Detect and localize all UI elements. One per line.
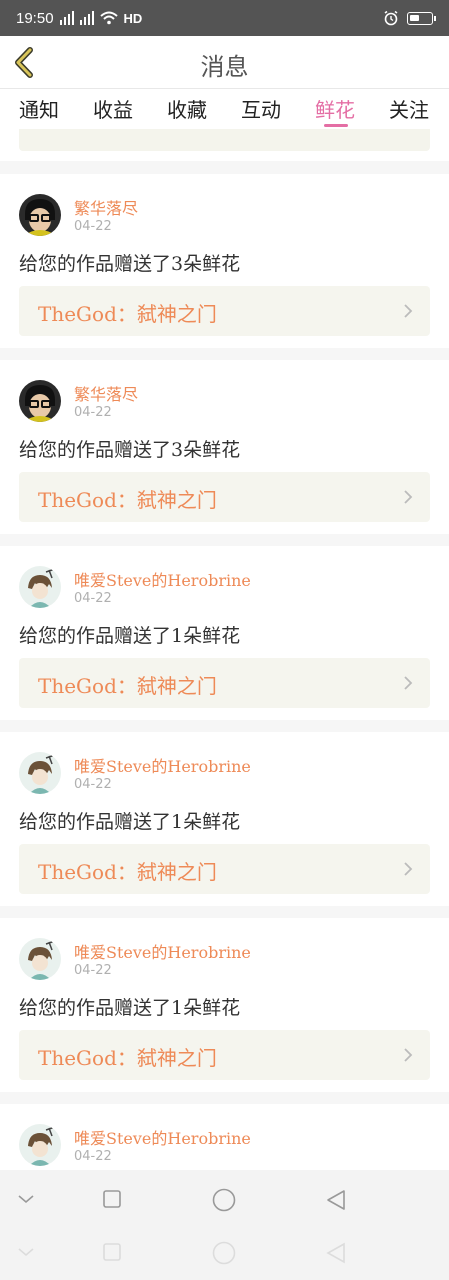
message-text: 给您的作品赠送了1朵鲜花: [19, 811, 241, 833]
message-list[interactable]: 繁华落尽 04-22 给您的作品赠送了3朵鲜花 TheGod：弑神之门 繁华落尽 04-2…: [0, 129, 449, 1170]
user-name[interactable]: 繁华落尽: [74, 195, 138, 219]
avatar-glasses-icon[interactable]: [19, 194, 61, 236]
signal-icon: [79, 11, 94, 25]
battery-fill: [410, 14, 419, 21]
header: 消息: [0, 36, 449, 89]
message-date: 04-22: [74, 219, 112, 234]
message-text: 给您的作品赠送了1朵鲜花: [19, 997, 241, 1019]
recent-apps-icon: [103, 1243, 121, 1261]
work-title: TheGod：弑神之门: [38, 488, 217, 512]
message-text: 给您的作品赠送了3朵鲜花: [19, 253, 241, 275]
tab-follows[interactable]: 关注: [389, 94, 429, 123]
avatar-glasses-icon[interactable]: [19, 380, 61, 422]
wifi-icon: [99, 11, 118, 25]
message-date: 04-22: [74, 963, 112, 978]
user-name[interactable]: 繁华落尽: [74, 381, 138, 405]
tab-flowers[interactable]: 鲜花: [315, 94, 355, 123]
tab-favorites[interactable]: 收藏: [167, 94, 207, 123]
tab-earnings[interactable]: 收益: [93, 94, 133, 123]
page-title: 消息: [200, 53, 249, 81]
work-link[interactable]: TheGod：弑神之门: [19, 844, 430, 894]
work-title: TheGod：弑神之门: [38, 674, 217, 698]
list-item[interactable]: 唯爱Steve的Herobrine 04-22 给您的作品赠送了1朵鲜花 TheGod…: [0, 732, 449, 906]
user-name[interactable]: 唯爱Steve的Herobrine: [74, 753, 251, 777]
list-item-partial: [0, 129, 449, 161]
collapse-icon[interactable]: [17, 1193, 35, 1205]
home-icon: [212, 1241, 236, 1265]
work-link-partial[interactable]: [19, 129, 430, 151]
tab-bar: 通知 收益 收藏 互动 鲜花 关注: [0, 89, 449, 129]
signal-icon: [59, 11, 74, 25]
list-item[interactable]: 唯爱Steve的Herobrine 04-22: [0, 1104, 449, 1170]
list-item[interactable]: 唯爱Steve的Herobrine 04-22 给您的作品赠送了1朵鲜花 TheGod…: [0, 918, 449, 1092]
status-bar: 19:50 HD: [0, 0, 449, 36]
alarm-icon: [384, 10, 398, 26]
nav-ghost-row: [0, 1230, 449, 1280]
back-icon[interactable]: [326, 1189, 346, 1211]
collapse-icon: [18, 1248, 34, 1257]
work-link[interactable]: TheGod：弑神之门: [19, 658, 430, 708]
recent-apps-icon[interactable]: [103, 1190, 121, 1208]
message-text: 给您的作品赠送了1朵鲜花: [19, 625, 241, 647]
battery-icon: [407, 11, 436, 25]
user-name[interactable]: 唯爱Steve的Herobrine: [74, 939, 251, 963]
list-item[interactable]: 繁华落尽 04-22 给您的作品赠送了3朵鲜花 TheGod：弑神之门: [0, 174, 449, 348]
back-icon: [326, 1242, 345, 1264]
work-title: TheGod：弑神之门: [38, 860, 217, 884]
message-date: 04-22: [74, 1149, 112, 1164]
hd-label: HD: [123, 10, 143, 26]
chevron-right-icon: [404, 862, 413, 876]
message-date: 04-22: [74, 405, 112, 420]
work-link[interactable]: TheGod：弑神之门: [19, 472, 430, 522]
work-link[interactable]: TheGod：弑神之门: [19, 286, 430, 336]
avatar-anime-icon[interactable]: [19, 938, 61, 980]
avatar-anime-icon[interactable]: [19, 752, 61, 794]
list-item[interactable]: 繁华落尽 04-22 给您的作品赠送了3朵鲜花 TheGod：弑神之门: [0, 360, 449, 534]
user-name[interactable]: 唯爱Steve的Herobrine: [74, 1125, 251, 1149]
clock: 19:50: [16, 9, 54, 27]
work-title: TheGod：弑神之门: [38, 302, 217, 326]
active-tab-indicator: [324, 124, 348, 127]
tab-interactions[interactable]: 互动: [241, 94, 281, 123]
message-text: 给您的作品赠送了3朵鲜花: [19, 439, 241, 461]
avatar-anime-icon[interactable]: [19, 1124, 61, 1166]
user-name[interactable]: 唯爱Steve的Herobrine: [74, 567, 251, 591]
chevron-right-icon: [404, 676, 413, 690]
system-nav-bar: [0, 1170, 449, 1280]
work-title: TheGod：弑神之门: [38, 1046, 217, 1070]
chevron-right-icon: [404, 304, 413, 318]
message-date: 04-22: [74, 591, 112, 606]
list-item[interactable]: 唯爱Steve的Herobrine 04-22 给您的作品赠送了1朵鲜花 TheGod…: [0, 546, 449, 720]
chevron-right-icon: [404, 1048, 413, 1062]
home-icon[interactable]: [212, 1188, 236, 1212]
message-date: 04-22: [74, 777, 112, 792]
work-link[interactable]: TheGod：弑神之门: [19, 1030, 430, 1080]
avatar-anime-icon[interactable]: [19, 566, 61, 608]
tab-notifications[interactable]: 通知: [19, 94, 59, 123]
chevron-right-icon: [404, 490, 413, 504]
